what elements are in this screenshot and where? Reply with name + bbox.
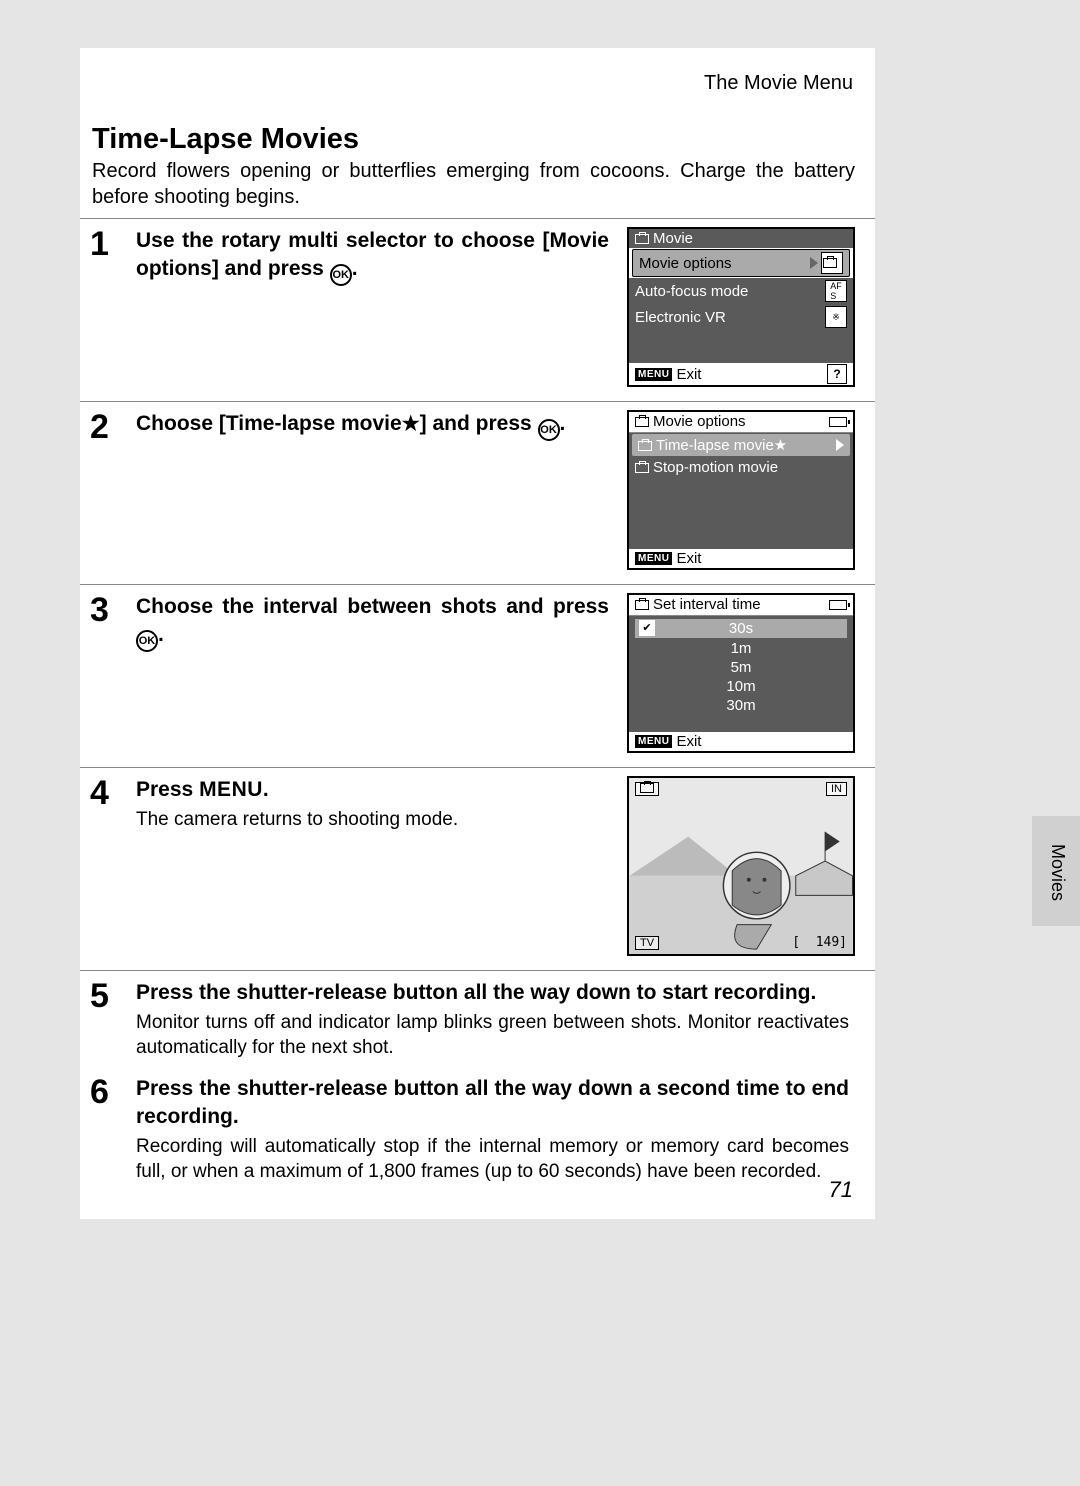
menu-item-electronic-vr: Electronic VR ※: [629, 304, 853, 330]
step-text: ] and press: [420, 412, 538, 435]
exit-label: Exit: [676, 550, 701, 567]
chapter-header: The Movie Menu: [80, 66, 875, 101]
screen-title: Movie: [629, 229, 853, 248]
camera-screen-movie-options: Movie options Time-lapse movie★ Stop-mot…: [627, 410, 855, 570]
menu-word: MENU: [199, 778, 263, 801]
chevron-right-icon: [836, 439, 844, 451]
step-4: 4 Press MENU. The camera returns to shoo…: [80, 767, 875, 970]
options-badge-icon: [821, 252, 843, 274]
chevron-right-icon: [810, 257, 818, 269]
step-number: 1: [90, 227, 124, 387]
mode-indicator-icon: [635, 782, 659, 796]
step-1: 1 Use the rotary multi selector to choos…: [80, 218, 875, 401]
camera-screen-movie-menu: Movie Movie options Auto-focus mode AFS …: [627, 227, 855, 387]
step-text: .: [263, 778, 269, 801]
step-number: 4: [90, 776, 124, 956]
step-heading: Press the shutter-release button all the…: [136, 979, 849, 1007]
step-2: 2 Choose [Time-lapse movie★] and press O…: [80, 401, 875, 584]
screen-footer: MENU Exit: [629, 549, 853, 568]
help-icon: ?: [827, 364, 847, 384]
star-icon: ★: [402, 413, 420, 435]
memory-indicator: IN: [826, 782, 847, 796]
step-text: Use the rotary multi selector to choose …: [136, 229, 609, 280]
ok-icon: OK: [330, 264, 352, 286]
step-heading: Press MENU.: [136, 776, 609, 804]
intro-paragraph: Record flowers opening or butterflies em…: [80, 158, 875, 218]
step-subtext: Recording will automatically stop if the…: [136, 1135, 849, 1184]
step-heading: Press the shutter-release button all the…: [136, 1075, 849, 1132]
screen-footer: MENU Exit: [629, 732, 853, 751]
battery-icon: [829, 600, 847, 610]
step-text: Choose [Time-lapse movie: [136, 412, 402, 435]
manual-page: The Movie Menu Time-Lapse Movies Record …: [80, 48, 875, 1219]
step-heading: Choose the interval between shots and pr…: [136, 593, 609, 652]
step-number: 2: [90, 410, 124, 570]
screen-title: Set interval time: [629, 595, 853, 616]
menu-item-movie-options: Movie options: [632, 249, 850, 277]
menu-icon: MENU: [635, 552, 672, 565]
step-heading: Use the rotary multi selector to choose …: [136, 227, 609, 286]
interval-10m: 10m: [629, 677, 853, 696]
step-subtext: The camera returns to shooting mode.: [136, 808, 609, 833]
scene-illustration: [629, 778, 853, 954]
step-5: 5 Press the shutter-release button all t…: [80, 970, 875, 1075]
battery-icon: [829, 417, 847, 427]
vr-badge-icon: ※: [825, 306, 847, 328]
section-title: Time-Lapse Movies: [80, 101, 875, 158]
step-number: 3: [90, 593, 124, 753]
step-text: .: [560, 412, 566, 435]
screen-footer: MENU Exit ?: [629, 363, 853, 385]
timelapse-icon: [638, 441, 652, 451]
ok-icon: OK: [538, 419, 560, 441]
interval-30m: 30m: [629, 696, 853, 715]
step-heading: Choose [Time-lapse movie★] and press OK.: [136, 410, 609, 441]
step-text: Choose the interval between shots and pr…: [136, 595, 609, 618]
menu-item-autofocus: Auto-focus mode AFS: [629, 278, 853, 304]
ok-icon: OK: [136, 630, 158, 652]
camera-screen-interval: Set interval time 30s 1m 5m 10m 30m MENU…: [627, 593, 855, 753]
step-text: Press: [136, 778, 199, 801]
camera-screen-shooting-mode: IN TV [ 149]: [627, 776, 855, 956]
step-6: 6 Press the shutter-release button all t…: [80, 1075, 875, 1199]
stopmotion-icon: [635, 463, 649, 473]
tv-indicator: TV: [635, 936, 659, 950]
step-number: 5: [90, 979, 124, 1061]
movie-icon: [635, 234, 649, 244]
step-subtext: Monitor turns off and indicator lamp bli…: [136, 1011, 849, 1060]
step-text: .: [352, 257, 358, 280]
menu-icon: MENU: [635, 368, 672, 381]
interval-1m: 1m: [629, 639, 853, 658]
interval-5m: 5m: [629, 658, 853, 677]
page-number: 71: [829, 1177, 853, 1203]
frame-count: [ 149]: [792, 935, 847, 950]
step-text: .: [158, 623, 164, 646]
exit-label: Exit: [676, 733, 701, 750]
menu-icon: MENU: [635, 735, 672, 748]
movie-icon: [635, 417, 649, 427]
screen-title: Movie options: [629, 412, 853, 433]
step-3: 3 Choose the interval between shots and …: [80, 584, 875, 767]
step-number: 6: [90, 1075, 124, 1185]
interval-30s: 30s: [635, 619, 847, 638]
exit-label: Exit: [676, 366, 701, 383]
menu-item-timelapse: Time-lapse movie★: [632, 434, 850, 456]
menu-item-stopmotion: Stop-motion movie: [629, 457, 853, 478]
af-badge-icon: AFS: [825, 280, 847, 302]
movie-icon: [635, 600, 649, 610]
side-tab-label: Movies: [1047, 844, 1068, 901]
